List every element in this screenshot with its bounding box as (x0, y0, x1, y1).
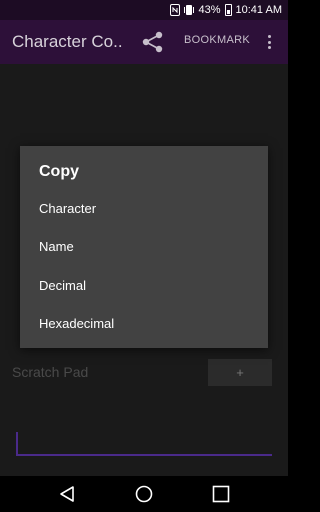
app-title: Character Co... (12, 32, 124, 51)
nfc-icon (170, 4, 181, 16)
copy-dialog: Copy Character Name Decimal Hexadecimal (20, 146, 268, 348)
bookmark-button[interactable]: BOOKMARK (184, 34, 250, 46)
copy-option-label: Name (39, 238, 74, 254)
more-vert-icon[interactable] (264, 33, 274, 51)
copy-option-decimal[interactable]: Decimal (20, 266, 268, 304)
app-bar: Character Co... BOOKMARK (0, 20, 288, 64)
battery-icon (224, 4, 232, 16)
copy-option-label: Hexadecimal (39, 315, 115, 331)
recents-icon[interactable] (211, 484, 231, 504)
copy-option-name[interactable]: Name (20, 227, 268, 265)
vibrate-icon (184, 5, 195, 15)
add-button[interactable]: + (208, 359, 272, 386)
back-icon[interactable] (57, 484, 77, 504)
copy-option-hexadecimal[interactable]: Hexadecimal (20, 304, 268, 342)
share-icon[interactable] (140, 30, 166, 54)
scratch-pad-input[interactable] (16, 432, 272, 456)
copy-option-label: Character (39, 200, 97, 216)
copy-option-label: Decimal (39, 277, 86, 293)
navigation-bar (0, 476, 288, 512)
status-time: 10:41 AM (235, 4, 282, 16)
home-icon[interactable] (134, 484, 154, 504)
scratch-pad-label: Scratch Pad (12, 364, 89, 380)
dialog-title: Copy (39, 163, 79, 180)
battery-percent: 43% (198, 4, 221, 16)
status-bar: 43% 10:41 AM (0, 0, 288, 20)
copy-option-character[interactable]: Character (20, 189, 268, 227)
